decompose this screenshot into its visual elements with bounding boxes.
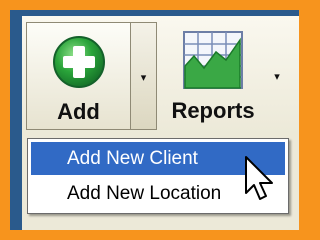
chevron-down-icon: ▾ xyxy=(274,71,280,83)
mouse-pointer-icon xyxy=(245,156,273,200)
reports-button-label: Reports xyxy=(171,98,255,123)
chevron-down-icon: ▾ xyxy=(140,72,147,84)
add-button-label: Add xyxy=(57,99,100,124)
chart-icon xyxy=(183,31,243,89)
add-button[interactable]: Add xyxy=(26,22,130,130)
reports-dropdown-button[interactable]: ▾ xyxy=(264,22,290,130)
plus-circle-icon xyxy=(53,36,105,88)
reports-button[interactable]: Reports xyxy=(162,22,264,130)
add-dropdown-button[interactable]: ▾ xyxy=(130,22,157,130)
